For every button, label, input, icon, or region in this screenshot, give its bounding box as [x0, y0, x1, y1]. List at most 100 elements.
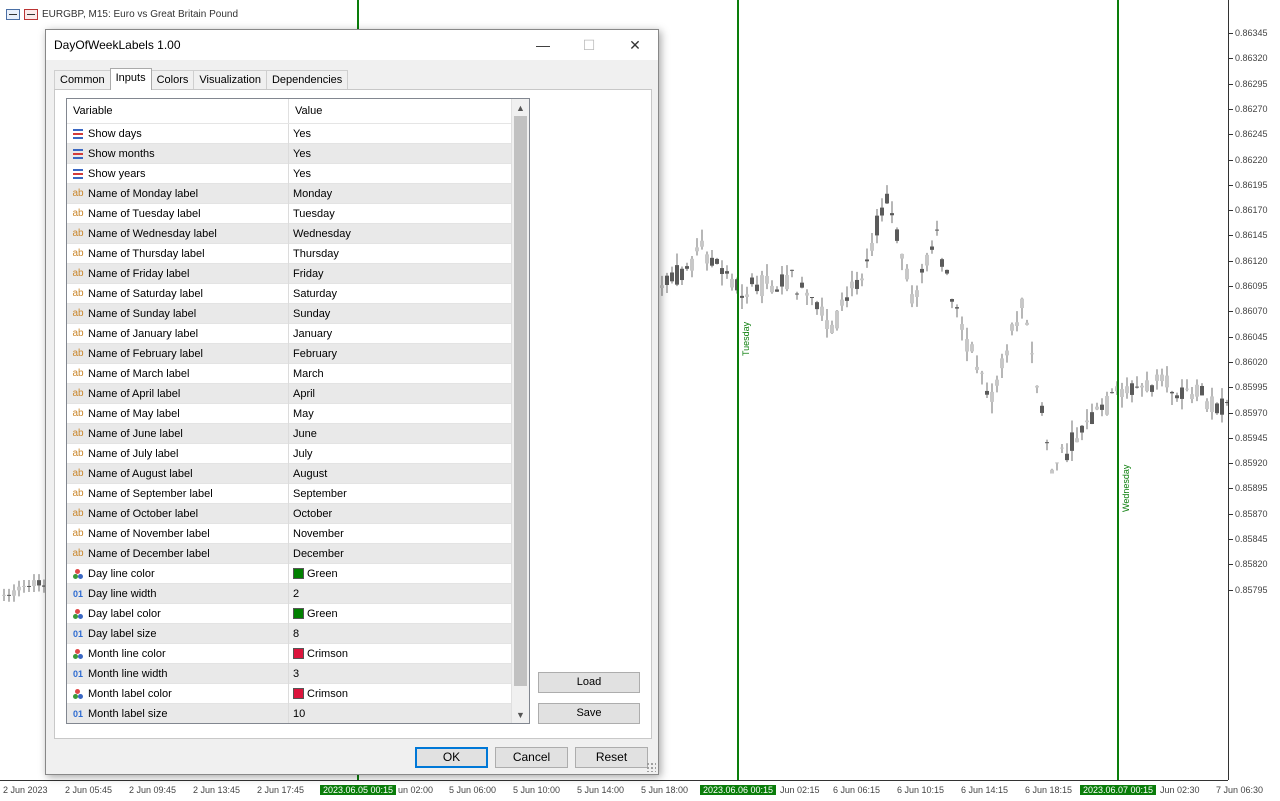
table-row[interactable]: ab Name of April label April	[67, 383, 529, 404]
value-cell[interactable]: Wednesday	[289, 224, 516, 244]
table-row[interactable]: ab Name of February label February	[67, 343, 529, 364]
variable-cell: ab Name of Friday label	[67, 263, 289, 284]
value-cell[interactable]: Crimson	[289, 644, 516, 664]
string-icon: ab	[72, 348, 84, 359]
table-row[interactable]: ab Name of Tuesday label Tuesday	[67, 203, 529, 224]
value-cell[interactable]: Thursday	[289, 244, 516, 264]
value-cell[interactable]: Sunday	[289, 304, 516, 324]
value-cell[interactable]: Green	[289, 604, 516, 624]
table-row[interactable]: Show months Yes	[67, 143, 529, 164]
table-row[interactable]: Day line color Green	[67, 563, 529, 584]
value-cell[interactable]: Yes	[289, 164, 516, 184]
table-row[interactable]: 01 Day label size 8	[67, 623, 529, 644]
table-row[interactable]: ab Name of March label March	[67, 363, 529, 384]
value-cell[interactable]: 3	[289, 664, 516, 684]
value-cell[interactable]: Saturday	[289, 284, 516, 304]
table-row[interactable]: ab Name of December label December	[67, 543, 529, 564]
table-row[interactable]: ab Name of May label May	[67, 403, 529, 424]
tab-colors[interactable]: Colors	[150, 70, 195, 89]
value-cell[interactable]: September	[289, 484, 516, 504]
table-row[interactable]: Month label color Crimson	[67, 683, 529, 704]
load-button[interactable]: Load	[538, 672, 640, 693]
table-row[interactable]: ab Name of September label September	[67, 483, 529, 504]
time-label: 6 Jun 10:15	[897, 785, 945, 795]
price-tick	[1229, 58, 1233, 60]
value-cell[interactable]: Tuesday	[289, 204, 516, 224]
minimize-button[interactable]: —	[520, 30, 566, 60]
save-button[interactable]: Save	[538, 703, 640, 724]
table-row[interactable]: ab Name of Wednesday label Wednesday	[67, 223, 529, 244]
table-row[interactable]: ab Name of Saturday label Saturday	[67, 283, 529, 304]
tab-dependencies[interactable]: Dependencies	[265, 70, 349, 89]
table-row[interactable]: Show years Yes	[67, 163, 529, 184]
value-cell[interactable]: July	[289, 444, 516, 464]
price-label: 0.85920	[1235, 458, 1268, 469]
value-cell[interactable]: Yes	[289, 144, 516, 164]
variable-cell: ab Name of September label	[67, 483, 289, 504]
table-row[interactable]: 01 Day line width 2	[67, 583, 529, 604]
value-cell[interactable]: Monday	[289, 184, 516, 204]
string-icon: ab	[72, 528, 84, 539]
dialog-titlebar[interactable]: DayOfWeekLabels 1.00 — ☐ ✕	[46, 30, 658, 60]
table-row[interactable]: ab Name of October label October	[67, 503, 529, 524]
color-param-icon	[71, 688, 85, 700]
table-row[interactable]: 01 Month label size 10	[67, 703, 529, 724]
value-cell[interactable]: May	[289, 404, 516, 424]
reset-button[interactable]: Reset	[575, 747, 648, 768]
value-cell[interactable]: June	[289, 424, 516, 444]
time-label: 2 Jun 09:45	[129, 785, 177, 795]
scroll-down-icon[interactable]: ▼	[512, 706, 529, 723]
value-cell[interactable]: 2	[289, 584, 516, 604]
value-cell[interactable]: March	[289, 364, 516, 384]
table-row[interactable]: 01 Month line width 3	[67, 663, 529, 684]
value-cell[interactable]: Friday	[289, 264, 516, 284]
maximize-button[interactable]: ☐	[566, 30, 612, 60]
table-row[interactable]: ab Name of August label August	[67, 463, 529, 484]
table-row[interactable]: Show days Yes	[67, 123, 529, 144]
value-cell[interactable]: 8	[289, 624, 516, 644]
value-cell[interactable]: Crimson	[289, 684, 516, 704]
tab-inputs[interactable]: Inputs	[109, 68, 152, 90]
ok-button[interactable]: OK	[415, 747, 488, 768]
column-header-value[interactable]: Value	[289, 99, 518, 123]
tab-common[interactable]: Common	[54, 70, 111, 89]
table-row[interactable]: ab Name of June label June	[67, 423, 529, 444]
dialog-title: DayOfWeekLabels 1.00	[54, 38, 181, 52]
value-cell[interactable]: Yes	[289, 124, 516, 144]
value-cell[interactable]: Green	[289, 564, 516, 584]
close-button[interactable]: ✕	[612, 30, 658, 60]
integer-icon: 01	[72, 588, 83, 599]
value-cell[interactable]: April	[289, 384, 516, 404]
time-scale[interactable]: 2 Jun 2023 2 Jun 05:45 2 Jun 09:45 2 Jun 13…	[0, 780, 1263, 801]
value-cell[interactable]: November	[289, 524, 516, 544]
table-row[interactable]: ab Name of Sunday label Sunday	[67, 303, 529, 324]
variable-value: Crimson	[307, 687, 348, 700]
value-cell[interactable]: 10	[289, 704, 516, 724]
value-cell[interactable]: December	[289, 544, 516, 564]
variable-value: September	[293, 487, 347, 500]
price-scale[interactable]: 0.86345 0.86320 0.86295 0.86270 0.86245 0.862…	[1228, 0, 1280, 780]
variable-cell: Month line color	[67, 643, 289, 664]
candle	[935, 220, 939, 236]
cancel-button[interactable]: Cancel	[495, 747, 568, 768]
table-row[interactable]: ab Name of July label July	[67, 443, 529, 464]
value-cell[interactable]: January	[289, 324, 516, 344]
value-cell[interactable]: February	[289, 344, 516, 364]
candle	[695, 238, 699, 256]
table-row[interactable]: ab Name of Thursday label Thursday	[67, 243, 529, 264]
table-row[interactable]: Day label color Green	[67, 603, 529, 624]
candle	[690, 256, 694, 278]
scrollbar-thumb[interactable]	[514, 116, 527, 686]
column-header-variable[interactable]: Variable	[67, 99, 289, 123]
value-cell[interactable]: August	[289, 464, 516, 484]
table-row[interactable]: Month line color Crimson	[67, 643, 529, 664]
scroll-up-icon[interactable]: ▲	[512, 99, 529, 116]
tab-visualization[interactable]: Visualization	[193, 70, 267, 89]
table-row[interactable]: ab Name of Monday label Monday	[67, 183, 529, 204]
value-cell[interactable]: October	[289, 504, 516, 524]
resize-grip-icon[interactable]	[646, 762, 656, 772]
table-row[interactable]: ab Name of January label January	[67, 323, 529, 344]
grid-scrollbar[interactable]: ▲ ▼	[511, 99, 529, 723]
table-row[interactable]: ab Name of November label November	[67, 523, 529, 544]
table-row[interactable]: ab Name of Friday label Friday	[67, 263, 529, 284]
